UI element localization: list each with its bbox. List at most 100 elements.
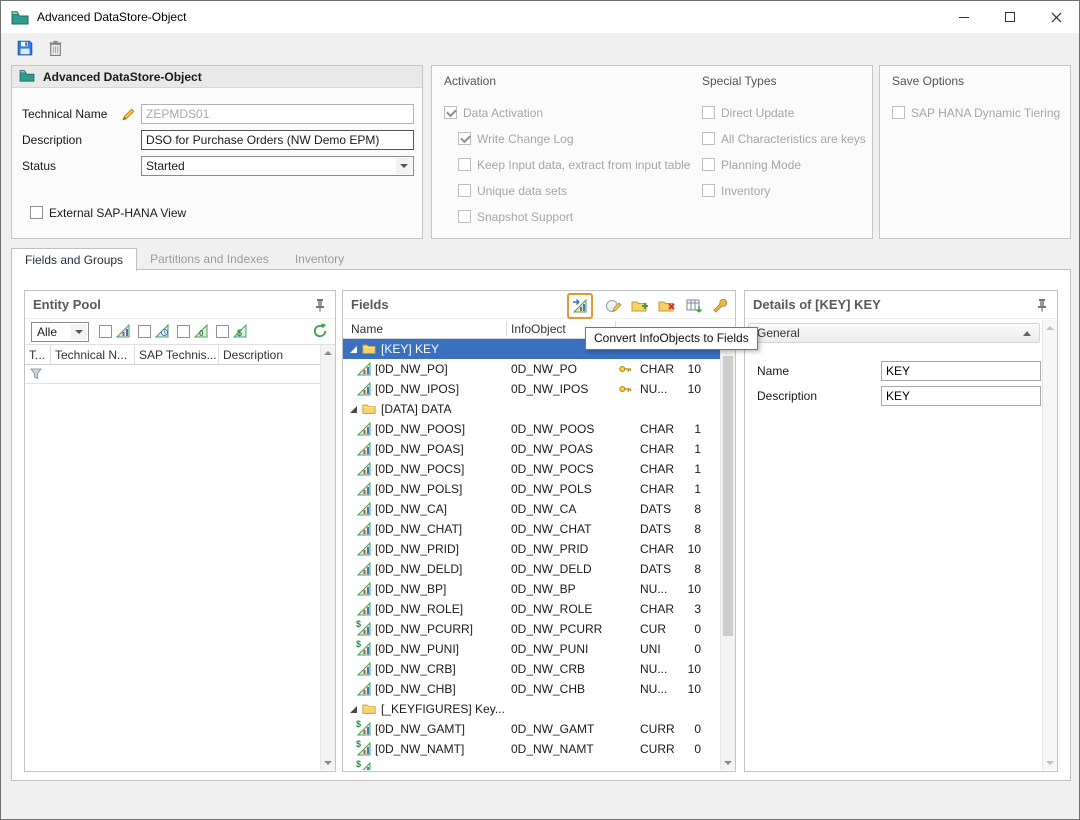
entity-pool-scrollbar[interactable]: [320, 345, 335, 770]
checkbox-external-sap-hana-view[interactable]: [30, 206, 43, 219]
remove-group-button[interactable]: [657, 296, 677, 316]
mass-maintenance-button[interactable]: [684, 296, 704, 316]
expander-icon[interactable]: [350, 706, 357, 713]
special-types-checklist: Direct Update All Characteristics are ke…: [702, 104, 866, 208]
checkbox: [444, 106, 457, 119]
settings-wrench-button[interactable]: [711, 296, 731, 316]
field-row-0d-nw-pcurr[interactable]: $ [0D_NW_PCURR] 0D_NW_PCURR CUR 0: [343, 619, 720, 639]
activation-title: Activation: [444, 74, 496, 88]
detail-name-input[interactable]: [881, 361, 1041, 381]
scroll-up-icon[interactable]: [1043, 320, 1057, 335]
filter-time-characteristic-icon: [155, 324, 170, 339]
group-row-keyfigures-key[interactable]: [_KEYFIGURES] Key...: [343, 699, 720, 719]
field-row-0d-nw-namt[interactable]: $ [0D_NW_NAMT] 0D_NW_NAMT CURR 0: [343, 739, 720, 759]
chevron-down-icon[interactable]: [396, 158, 412, 174]
field-row-0d-nw-pocs[interactable]: $ [0D_NW_POCS] 0D_NW_POCS CHAR 1: [343, 459, 720, 479]
details-panel: Details of [KEY] KEY General Name Descri…: [744, 290, 1058, 772]
scrollbar-thumb[interactable]: [723, 356, 733, 636]
checkbox-row-inventory: Inventory: [702, 182, 866, 199]
status-dropdown[interactable]: Started: [141, 156, 414, 176]
entity-filter-dropdown[interactable]: Alle: [31, 322, 89, 342]
scroll-down-icon[interactable]: [1043, 755, 1057, 770]
checkbox-row-data-activation: Data Activation: [444, 104, 690, 121]
scroll-down-icon[interactable]: [321, 755, 335, 770]
field-row-0d-nw-chb[interactable]: $ [0D_NW_CHB] 0D_NW_CHB NU... 10: [343, 679, 720, 699]
description-input[interactable]: [141, 130, 414, 150]
convert-infoobjects-to-fields-button[interactable]: [570, 296, 590, 316]
entity-column-sap-technis[interactable]: SAP Technis...: [135, 345, 219, 364]
infoobject-icon: $: [357, 682, 371, 696]
expander-icon[interactable]: [350, 406, 357, 413]
field-row-0d-nw-crb[interactable]: $ [0D_NW_CRB] 0D_NW_CRB NU... 10: [343, 659, 720, 679]
entity-column-technical-n[interactable]: Technical N...: [51, 345, 135, 364]
checkbox-row-all-characteristics-are-keys: All Characteristics are keys: [702, 130, 866, 147]
pin-icon[interactable]: [1036, 298, 1050, 312]
field-row-0d-nw-gamt[interactable]: $ [0D_NW_GAMT] 0D_NW_GAMT CURR 0: [343, 719, 720, 739]
delete-icon[interactable]: [46, 39, 65, 58]
entity-filter-value: Alle: [37, 325, 57, 339]
filter-units-checkbox[interactable]: [177, 325, 190, 338]
add-group-button[interactable]: [630, 296, 650, 316]
column-name[interactable]: Name: [351, 322, 383, 336]
entity-pool-filter-row[interactable]: [25, 365, 320, 384]
field-row-0d-nw-puni[interactable]: $ [0D_NW_PUNI] 0D_NW_PUNI UNI 0: [343, 639, 720, 659]
filter-keyfigures-checkbox[interactable]: [216, 325, 229, 338]
scroll-down-icon[interactable]: [721, 755, 735, 770]
field-row-0d-nw-poas[interactable]: $ [0D_NW_POAS] 0D_NW_POAS CHAR 1: [343, 439, 720, 459]
filter-funnel-icon[interactable]: [30, 368, 42, 380]
entity-column-description[interactable]: Description: [219, 345, 320, 364]
field-row-0d-nw-po[interactable]: $ [0D_NW_PO] 0D_NW_PO CHAR 10: [343, 359, 720, 379]
field-row-0d-nw-deld[interactable]: $ [0D_NW_DELD] 0D_NW_DELD DATS 8: [343, 559, 720, 579]
checkbox: [702, 106, 715, 119]
column-infoobject[interactable]: InfoObject: [511, 322, 566, 336]
infoobject-icon: $: [357, 522, 371, 536]
folder-icon: [362, 402, 376, 416]
field-row-0d-nw-bp[interactable]: $ [0D_NW_BP] 0D_NW_BP NU... 10: [343, 579, 720, 599]
content-area: Entity Pool Alle: [11, 269, 1071, 781]
collapse-icon[interactable]: [1023, 331, 1031, 336]
save-icon[interactable]: [15, 39, 34, 58]
checkbox: [702, 132, 715, 145]
minimize-button[interactable]: [941, 1, 987, 33]
field-row-0d-nw-role[interactable]: $ [0D_NW_ROLE] 0D_NW_ROLE CHAR 3: [343, 599, 720, 619]
filter-keyfigure-icon: $: [233, 324, 248, 339]
tab-partitions-and-indexes[interactable]: Partitions and Indexes: [137, 248, 282, 270]
chevron-down-icon[interactable]: [71, 324, 87, 340]
fields-toolbar: [567, 293, 731, 319]
maximize-button[interactable]: [987, 1, 1033, 33]
infoobject-icon: $: [357, 482, 371, 496]
details-scrollbar[interactable]: [1042, 320, 1057, 770]
fields-tree: [KEY] KEY $ [0D_NW_PO] 0D_NW_PO CHAR 10 …: [343, 339, 720, 770]
entity-column-t[interactable]: T...: [25, 345, 51, 364]
filter-time-characteristics-checkbox[interactable]: [138, 325, 151, 338]
pin-icon[interactable]: [314, 298, 328, 312]
detail-name-label: Name: [757, 364, 881, 378]
expander-icon[interactable]: [350, 346, 357, 353]
scroll-up-icon[interactable]: [321, 345, 335, 360]
field-row-partial[interactable]: $: [343, 759, 720, 770]
pencil-icon[interactable]: [118, 104, 138, 124]
special-types-title: Special Types: [702, 74, 777, 88]
infoobject-icon: $: [357, 442, 371, 456]
technical-name-input[interactable]: [141, 104, 414, 124]
field-row-0d-nw-chat[interactable]: $ [0D_NW_CHAT] 0D_NW_CHAT DATS 8: [343, 519, 720, 539]
tab-fields-and-groups[interactable]: Fields and Groups: [11, 248, 137, 271]
edit-properties-button[interactable]: [603, 296, 623, 316]
fields-title: Fields: [351, 297, 389, 312]
field-row-0d-nw-poos[interactable]: $ [0D_NW_POOS] 0D_NW_POOS CHAR 1: [343, 419, 720, 439]
detail-description-input[interactable]: [881, 386, 1041, 406]
field-row-0d-nw-prid[interactable]: $ [0D_NW_PRID] 0D_NW_PRID CHAR 10: [343, 539, 720, 559]
filter-characteristics-checkbox[interactable]: [99, 325, 112, 338]
refresh-icon[interactable]: [312, 323, 329, 340]
field-row-0d-nw-ca[interactable]: $ [0D_NW_CA] 0D_NW_CA DATS 8: [343, 499, 720, 519]
general-section-header[interactable]: General: [748, 323, 1040, 343]
general-groupbox-header: Advanced DataStore-Object: [12, 66, 422, 88]
entity-pool-title: Entity Pool: [33, 297, 101, 312]
group-row-data-data[interactable]: [DATA] DATA: [343, 399, 720, 419]
adso-icon-small: [19, 69, 37, 84]
field-row-0d-nw-ipos[interactable]: $ [0D_NW_IPOS] 0D_NW_IPOS NU... 10: [343, 379, 720, 399]
fields-scrollbar[interactable]: [720, 339, 735, 770]
close-button[interactable]: [1033, 1, 1079, 33]
tab-inventory[interactable]: Inventory: [282, 248, 357, 270]
field-row-0d-nw-pols[interactable]: $ [0D_NW_POLS] 0D_NW_POLS CHAR 1: [343, 479, 720, 499]
